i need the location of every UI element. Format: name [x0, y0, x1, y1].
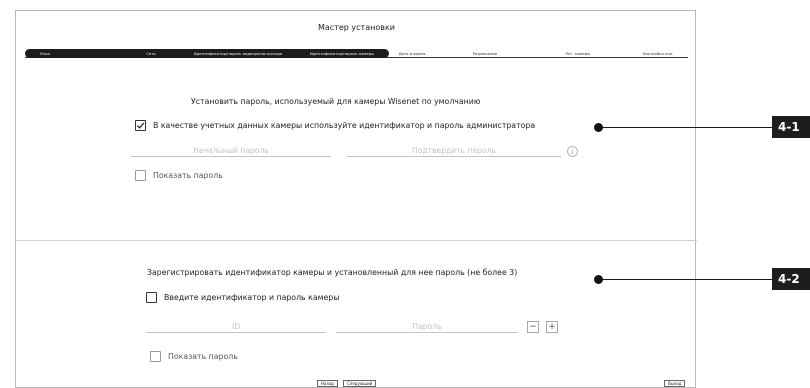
checkmark-icon — [136, 122, 145, 129]
step-network[interactable]: Сеть — [146, 50, 155, 57]
step-date-time[interactable]: Дата и время — [399, 50, 426, 57]
setup-wizard-window: Мастер установки Язык Сеть Идентификатор… — [15, 10, 697, 388]
enter-camera-credentials-label: Введите идентификатор и пароль камеры — [164, 293, 340, 302]
default-password-heading: Установить пароль, используемый для каме… — [191, 97, 481, 106]
step-nvr-credentials[interactable]: Идентификатор/пароль видеорегистратора — [194, 50, 282, 57]
enter-camera-credentials-checkbox[interactable] — [146, 292, 157, 303]
show-password-checkbox-1[interactable] — [135, 170, 146, 181]
default-password-section: Установить пароль, используемый для каме… — [16, 71, 697, 239]
callout-dot-4-2 — [594, 275, 603, 284]
callout-dot-4-1 — [594, 123, 603, 132]
info-icon[interactable]: i — [567, 146, 578, 157]
show-password-label-2: Показать пароль — [168, 352, 238, 361]
use-admin-credentials-label: В качестве учетных данных камеры использ… — [153, 121, 536, 130]
remove-entry-button[interactable]: − — [527, 321, 539, 333]
show-password-label-1: Показать пароль — [153, 171, 223, 180]
use-admin-credentials-checkbox[interactable] — [135, 120, 146, 131]
camera-id-field[interactable]: ID — [146, 321, 326, 333]
add-entry-button[interactable]: + — [546, 321, 558, 333]
camera-password-field[interactable]: Пароль — [336, 321, 518, 333]
exit-button[interactable]: Выход — [664, 380, 686, 387]
step-camera-credentials[interactable]: Идентификатор/пароль камеры — [310, 50, 374, 57]
initial-password-field[interactable]: Начальный пароль — [131, 145, 331, 157]
step-channel-setup[interactable]: Настройка кан. — [643, 50, 674, 57]
callout-badge-4-2: 4-2 — [772, 268, 810, 290]
wizard-title: Мастер установки — [318, 23, 395, 32]
callout-badge-4-1: 4-1 — [772, 116, 810, 138]
show-password-row-2[interactable]: Показать пароль — [150, 351, 238, 362]
next-button[interactable]: Следующий — [343, 380, 377, 387]
step-language[interactable]: Язык — [40, 50, 50, 57]
wizard-step-bar: Язык Сеть Идентификатор/пароль видеореги… — [25, 49, 688, 58]
confirm-password-field[interactable]: Подтвердить пароль — [347, 145, 561, 157]
step-camera-registration[interactable]: Рег. камеры — [566, 50, 590, 57]
callout-line-4-2 — [599, 279, 772, 280]
callout-line-4-1 — [599, 127, 772, 128]
step-resolution[interactable]: Разрешение — [473, 50, 497, 57]
register-camera-heading: Зарегистрировать идентификатор камеры и … — [147, 268, 518, 277]
back-button[interactable]: Назад — [317, 380, 338, 387]
show-password-row-1[interactable]: Показать пароль — [135, 170, 223, 181]
use-admin-credentials-row[interactable]: В качестве учетных данных камеры использ… — [135, 120, 535, 131]
enter-camera-credentials-row[interactable]: Введите идентификатор и пароль камеры — [146, 292, 339, 303]
camera-credentials-section: Зарегистрировать идентификатор камеры и … — [16, 241, 697, 381]
show-password-checkbox-2[interactable] — [150, 351, 161, 362]
